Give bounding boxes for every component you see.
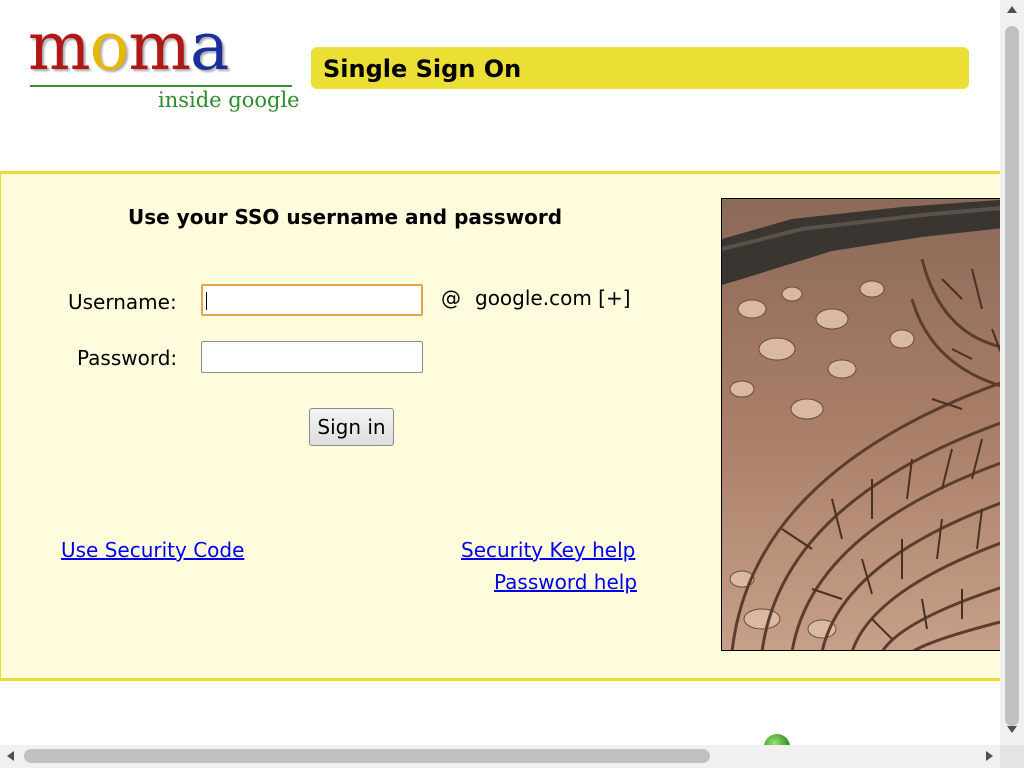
logo-letter: m [28,8,91,85]
logo-letter: o [89,8,130,85]
page-title: Single Sign On [323,55,522,83]
password-input[interactable] [201,341,423,373]
security-code-link[interactable]: Use Security Code [61,538,244,562]
logo-letter: m [128,8,191,85]
domain-suffix: @ google.com [+] [441,286,631,310]
scroll-down-arrow-icon[interactable] [1007,726,1017,733]
security-key-help-link[interactable]: Security Key help [461,538,635,562]
page: moma inside google Single Sign On Use yo… [0,0,1000,745]
logo-tagline: inside google [158,88,300,112]
logo-wordmark: moma [28,14,229,80]
status-dot-icon [764,734,790,745]
scroll-right-arrow-icon[interactable] [986,751,993,761]
scroll-left-arrow-icon[interactable] [7,751,14,761]
login-heading: Use your SSO username and password [128,205,563,229]
password-help-link[interactable]: Password help [494,570,637,594]
horizontal-scroll-thumb[interactable] [24,749,710,763]
at-sign: @ [441,286,461,310]
title-bar: Single Sign On [311,47,969,89]
scroll-up-arrow-icon[interactable] [1007,6,1017,13]
domain-name: google.com [475,286,592,310]
scrollbar-corner [1000,745,1024,768]
text-caret [206,292,207,310]
weathered-wood-photo [721,198,1000,651]
sign-in-button[interactable]: Sign in [309,408,394,446]
username-input[interactable] [201,284,423,316]
vertical-scroll-thumb[interactable] [1005,26,1019,726]
logo-letter: a [189,8,229,85]
moma-logo: moma inside google [28,14,300,122]
username-label: Username: [68,290,177,314]
logo-underline [30,85,292,87]
domain-toggle[interactable]: [+] [598,286,630,310]
password-label: Password: [77,346,178,370]
